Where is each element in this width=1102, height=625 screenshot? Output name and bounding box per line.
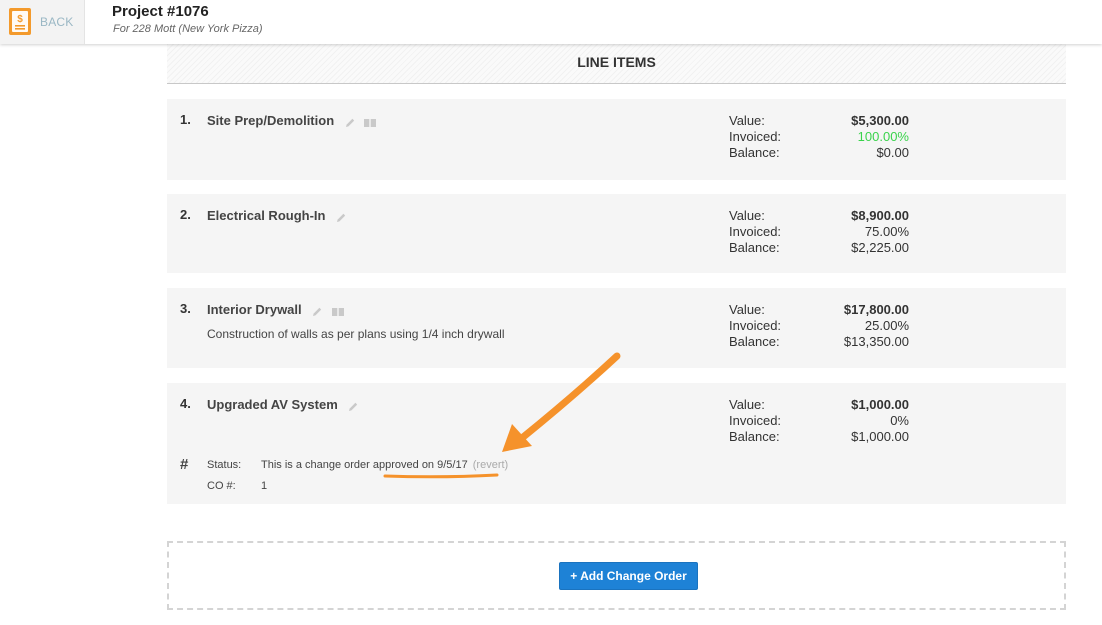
pencil-icon[interactable] xyxy=(347,401,359,413)
line-item-values: Value: $17,800.00 Invoiced: 25.00% Balance… xyxy=(729,302,909,350)
line-item-name: Site Prep/Demolition xyxy=(207,113,381,129)
balance-amount: $1,000.00 xyxy=(851,429,909,444)
invoiced-amount: 0% xyxy=(890,413,909,428)
value-label: Value: xyxy=(729,397,765,412)
balance-label: Balance: xyxy=(729,145,780,160)
invoiced-amount: 75.00% xyxy=(864,224,909,239)
revert-link[interactable]: (revert) xyxy=(473,459,508,471)
value-amount: $5,300.00 xyxy=(851,113,909,128)
line-item: 2. Electrical Rough-In Value: $8,900.00 I… xyxy=(167,194,1066,273)
line-item-description: Construction of walls as per plans using… xyxy=(207,327,505,341)
invoiced-label: Invoiced: xyxy=(729,318,782,333)
line-item-name-text: Site Prep/Demolition xyxy=(207,113,335,128)
hash-icon: # xyxy=(180,456,189,473)
value-amount: $1,000.00 xyxy=(851,397,909,412)
balance-amount: $13,350.00 xyxy=(843,334,909,349)
line-item-name: Interior Drywall xyxy=(207,302,349,318)
section-heading: LINE ITEMS xyxy=(167,44,1066,84)
balance-label: Balance: xyxy=(729,334,780,349)
book-icon[interactable] xyxy=(331,306,345,317)
back-label: BACK xyxy=(40,15,74,29)
status-text: This is a change order approved on 9/5/1… xyxy=(261,459,468,471)
invoiced-label: Invoiced: xyxy=(729,413,782,428)
value-amount: $17,800.00 xyxy=(843,302,909,317)
line-item-name-text: Interior Drywall xyxy=(207,302,302,317)
status-value: This is a change order approved on 9/5/1… xyxy=(261,459,508,471)
book-icon[interactable] xyxy=(363,117,377,128)
balance-label: Balance: xyxy=(729,429,780,444)
invoiced-amount: 25.00% xyxy=(864,318,909,333)
line-item: 1. Site Prep/Demolition Value: $5,300.00 … xyxy=(167,99,1066,180)
pencil-icon[interactable] xyxy=(335,212,347,224)
line-item-number: 3. xyxy=(180,301,191,316)
line-item: 3. Interior Drywall Construction of wall… xyxy=(167,288,1066,368)
line-item-number: 1. xyxy=(180,112,191,127)
svg-text:$: $ xyxy=(17,14,23,25)
page-subtitle: For 228 Mott (New York Pizza) xyxy=(113,23,263,35)
invoiced-label: Invoiced: xyxy=(729,224,782,239)
line-item-name: Electrical Rough-In xyxy=(207,208,351,224)
balance-amount: $0.00 xyxy=(876,145,909,160)
line-item-values: Value: $1,000.00 Invoiced: 0% Balance: $1,0… xyxy=(729,397,909,445)
add-change-order-button[interactable]: + Add Change Order xyxy=(559,562,698,590)
pencil-icon[interactable] xyxy=(311,306,323,318)
line-item-number: 4. xyxy=(180,396,191,411)
top-header: $ BACK Project #1076 For 228 Mott (New Y… xyxy=(0,0,1102,44)
line-item-name-text: Electrical Rough-In xyxy=(207,208,326,223)
balance-amount: $2,225.00 xyxy=(851,240,909,255)
value-label: Value: xyxy=(729,302,765,317)
line-item-number: 2. xyxy=(180,207,191,222)
line-item-name-text: Upgraded AV System xyxy=(207,397,338,412)
balance-label: Balance: xyxy=(729,240,780,255)
line-item-values: Value: $5,300.00 Invoiced: 100.00% Balance… xyxy=(729,113,909,161)
invoiced-amount: 100.00% xyxy=(857,129,909,144)
pencil-icon[interactable] xyxy=(344,117,356,129)
value-label: Value: xyxy=(729,113,765,128)
value-amount: $8,900.00 xyxy=(851,208,909,223)
invoiced-label: Invoiced: xyxy=(729,129,782,144)
co-number-value: 1 xyxy=(261,480,268,492)
back-button[interactable]: $ BACK xyxy=(0,0,85,44)
add-change-order-area: + Add Change Order xyxy=(167,541,1066,610)
line-item-values: Value: $8,900.00 Invoiced: 75.00% Balance:… xyxy=(729,208,909,256)
status-label: Status: xyxy=(207,459,242,471)
line-item-name: Upgraded AV System xyxy=(207,397,363,413)
page-title: Project #1076 xyxy=(112,3,209,20)
value-label: Value: xyxy=(729,208,765,223)
co-number-label: CO #: xyxy=(207,480,236,492)
invoice-icon: $ xyxy=(9,8,31,35)
line-item-change-order: 4. Upgraded AV System Value: $1,000.00 In… xyxy=(167,383,1066,504)
